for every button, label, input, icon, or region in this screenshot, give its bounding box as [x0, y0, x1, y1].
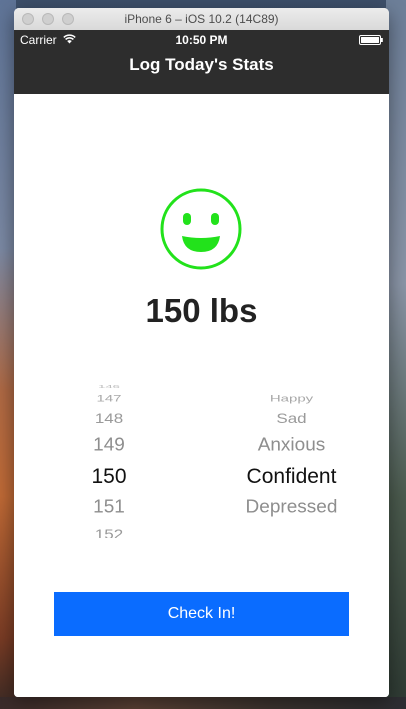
weight-picker-row[interactable]: 151 — [69, 498, 149, 516]
status-time: 10:50 PM — [175, 33, 228, 47]
window-titlebar[interactable]: iPhone 6 – iOS 10.2 (14C89) — [14, 8, 389, 31]
mood-picker-row[interactable]: Depressed — [209, 498, 374, 516]
weight-picker-row[interactable]: 148 — [69, 411, 149, 425]
weight-picker-row[interactable]: 147 — [69, 393, 149, 402]
battery-icon — [359, 35, 383, 45]
weight-display: 150 lbs — [145, 292, 258, 329]
weight-picker[interactable]: 146147148149150151152153154 — [69, 358, 149, 538]
mood-picker-row[interactable]: Happy — [209, 393, 374, 402]
desktop-wallpaper-right — [386, 0, 406, 709]
mood-picker-row[interactable]: Confident — [209, 466, 374, 487]
window-title: iPhone 6 – iOS 10.2 (14C89) — [124, 12, 279, 26]
phone-screen: Carrier 10:50 PM Log Today's Stats 150 l… — [14, 30, 389, 697]
mood-picker[interactable]: Happy Sad Anxious Confident Depressed — [209, 358, 374, 538]
navigation-bar: Carrier 10:50 PM Log Today's Stats — [14, 30, 389, 94]
mood-picker-row[interactable]: Anxious — [209, 436, 374, 454]
desktop-wallpaper-bottom — [0, 697, 406, 709]
smiley-face-icon — [160, 188, 242, 270]
mood-picker-row[interactable]: Sad — [209, 411, 374, 425]
check-in-button[interactable]: Check In! — [54, 592, 349, 636]
weight-picker-row[interactable]: 150 — [69, 466, 149, 487]
page-title: Log Today's Stats — [129, 55, 274, 74]
weight-picker-row[interactable]: 146 — [69, 384, 149, 389]
weight-picker-row[interactable]: 149 — [69, 436, 149, 454]
weight-picker-row[interactable]: 152 — [69, 527, 149, 538]
simulator-window: iPhone 6 – iOS 10.2 (14C89) Carrier 10:5… — [14, 8, 389, 697]
